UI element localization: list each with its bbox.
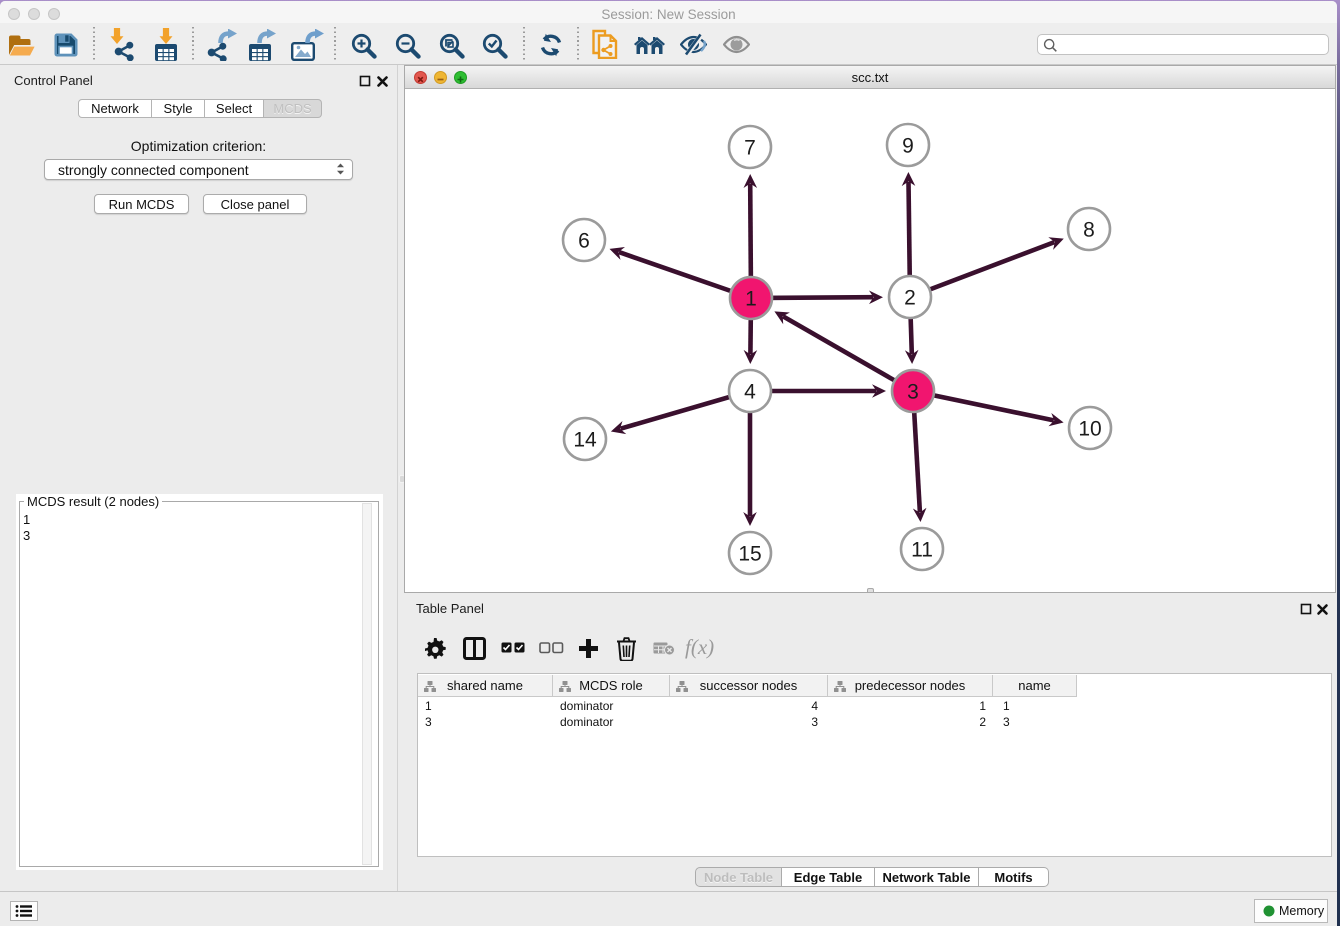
svg-text:3: 3 xyxy=(907,381,919,404)
svg-text:10: 10 xyxy=(1078,418,1101,441)
svg-text:8: 8 xyxy=(1083,219,1095,242)
svg-text:14: 14 xyxy=(573,429,597,452)
svg-text:2: 2 xyxy=(904,287,916,310)
svg-text:1: 1 xyxy=(745,288,757,311)
svg-text:11: 11 xyxy=(911,539,933,562)
svg-text:9: 9 xyxy=(902,135,914,158)
svg-text:7: 7 xyxy=(744,137,756,160)
svg-text:4: 4 xyxy=(744,381,756,404)
svg-text:6: 6 xyxy=(578,230,590,253)
svg-text:15: 15 xyxy=(738,543,761,566)
